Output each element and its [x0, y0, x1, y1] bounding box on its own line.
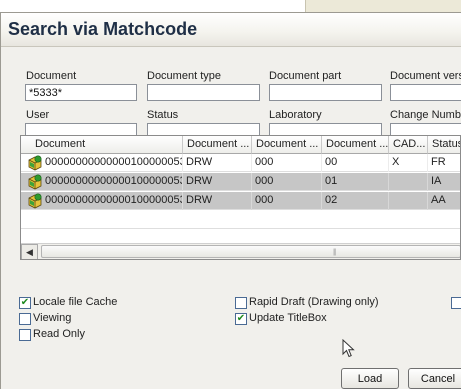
- cell-cad: [389, 173, 428, 191]
- table-header: Document Document ... Document ... Docum…: [21, 136, 460, 154]
- table-row[interactable]: 0000000000000010000005333 DRW 000 01 IA: [21, 173, 460, 191]
- table-row[interactable]: 0000000000000010000005333 DRW 000 02 AA: [21, 192, 460, 210]
- results-table[interactable]: Document Document ... Document ... Docum…: [20, 135, 461, 260]
- chevron-left-icon: ◀: [26, 247, 33, 257]
- user-label: User: [26, 109, 50, 121]
- cell-document-part: 000: [252, 173, 322, 191]
- document-label: Document: [26, 70, 77, 82]
- viewing-checkbox[interactable]: [19, 313, 31, 325]
- mouse-cursor-icon: [342, 339, 355, 358]
- locale-file-cache-checkbox[interactable]: ✔: [19, 297, 31, 309]
- document-part-field[interactable]: [269, 84, 382, 101]
- column-header-status[interactable]: Status: [428, 136, 460, 154]
- document-field[interactable]: [25, 84, 137, 101]
- update-titlebox-checkbox[interactable]: ✔: [235, 313, 247, 325]
- column-header-document-version[interactable]: Document ...: [322, 136, 389, 154]
- cell-document-version: 02: [322, 192, 389, 210]
- cell-status: FR: [428, 154, 460, 172]
- cell-document: 0000000000000010000005333: [21, 173, 183, 191]
- locale-file-cache-label: Locale file Cache: [33, 296, 118, 308]
- cell-document-part: 000: [252, 154, 322, 172]
- scrollbar-thumb[interactable]: |||: [41, 245, 460, 258]
- document-type-label: Document type: [147, 70, 221, 82]
- change-number-label: Change Number: [390, 109, 461, 121]
- read-only-checkbox[interactable]: [19, 329, 31, 341]
- column-header-cad[interactable]: CAD...: [389, 136, 428, 154]
- table-row[interactable]: 0000000000000010000005333 DRW 000 00 X F…: [21, 154, 460, 172]
- horizontal-scrollbar[interactable]: ◀ |||: [21, 243, 460, 259]
- column-header-document-type[interactable]: Document ...: [183, 136, 252, 154]
- status-label: Status: [147, 109, 179, 121]
- cell-cad: [389, 192, 428, 210]
- column-header-document[interactable]: Document: [21, 136, 183, 154]
- read-only-label: Read Only: [33, 328, 85, 340]
- dialog-title-bar: Search via Matchcode: [1, 13, 461, 47]
- document-version-field[interactable]: [390, 84, 461, 101]
- document-part-label: Document part: [269, 70, 342, 82]
- dialog-title: Search via Matchcode: [8, 19, 198, 39]
- cell-document: 0000000000000010000005333: [21, 154, 183, 172]
- scroll-left-button[interactable]: ◀: [21, 244, 38, 259]
- document-version-label: Document version: [390, 70, 461, 82]
- cell-status: AA: [428, 192, 460, 210]
- cell-status: IA: [428, 173, 460, 191]
- load-button[interactable]: Load: [341, 368, 399, 389]
- update-titlebox-label: Update TitleBox: [249, 312, 327, 324]
- column-header-document-part[interactable]: Document ...: [252, 136, 322, 154]
- cell-document-type: DRW: [183, 154, 252, 172]
- scrollbar-grip: |||: [333, 249, 337, 256]
- cell-document-version: 01: [322, 173, 389, 191]
- cell-document-part: 000: [252, 192, 322, 210]
- extra-option-checkbox[interactable]: [451, 297, 461, 309]
- laboratory-label: Laboratory: [269, 109, 322, 121]
- cell-document-version: 00: [322, 154, 389, 172]
- rapid-draft-label: Rapid Draft (Drawing only): [249, 296, 379, 308]
- viewing-label: Viewing: [33, 312, 72, 324]
- rapid-draft-checkbox[interactable]: [235, 297, 247, 309]
- cell-document-type: DRW: [183, 173, 252, 191]
- cell-document: 0000000000000010000005333: [21, 192, 183, 210]
- table-row-empty: [21, 211, 460, 229]
- document-type-field[interactable]: [147, 84, 260, 101]
- cell-cad: X: [389, 154, 428, 172]
- cancel-button[interactable]: Cancel: [408, 368, 461, 389]
- cell-document-type: DRW: [183, 192, 252, 210]
